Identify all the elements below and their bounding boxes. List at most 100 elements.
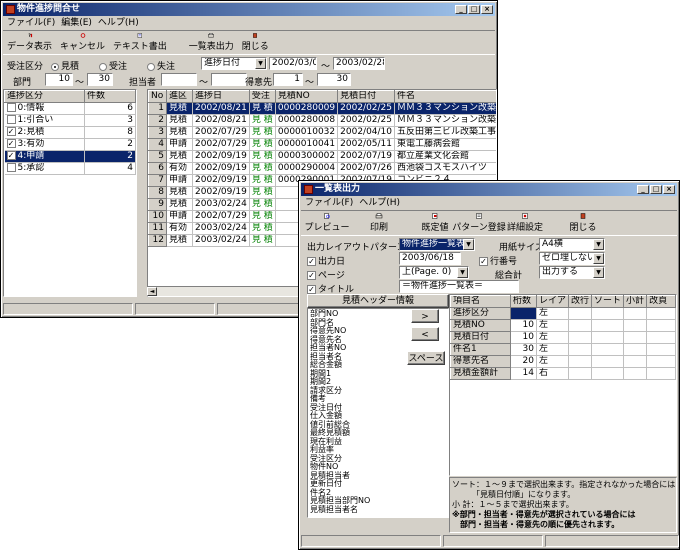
layout-align[interactable]: 左: [536, 355, 570, 368]
list-output-button[interactable]: 一覧表出力: [185, 31, 238, 54]
table-row[interactable]: 4 申請 2002/07/29 見 積 0000010041 2002/05/11 東電工藤…: [148, 138, 496, 151]
layout-align[interactable]: 右: [536, 367, 570, 380]
tokui-from-field[interactable]: 1: [273, 73, 303, 86]
layout-row[interactable]: 進捗区分 左: [450, 307, 676, 320]
status-name-cell[interactable]: ✓ 4:申請: [4, 150, 85, 163]
scroll-left-button[interactable]: ◄: [147, 287, 157, 296]
col-subtotal[interactable]: 小計: [623, 295, 648, 308]
checkbox[interactable]: [6, 103, 16, 112]
col-juchu[interactable]: 受注: [248, 90, 276, 103]
output-date-field[interactable]: 2003/06/18: [399, 252, 461, 265]
data-display-button[interactable]: ? データ表示: [3, 31, 56, 54]
layout-newline[interactable]: [568, 319, 593, 332]
layout-row[interactable]: 見積NO 10 左: [450, 319, 676, 332]
date-from-field[interactable]: 2002/03/01: [269, 57, 317, 70]
status-row[interactable]: ✓ 3:有効 2: [4, 138, 136, 151]
radio-mitsumori[interactable]: 見積: [51, 59, 79, 72]
preview-button[interactable]: プレビュー: [301, 211, 353, 235]
dialog-titlebar[interactable]: 一覧表出力 _ □ ×: [301, 183, 677, 196]
layout-subtotal[interactable]: [623, 319, 648, 332]
main-titlebar[interactable]: 物件進捗問合せ _ □ ×: [3, 3, 495, 16]
tanto-from-field[interactable]: [161, 73, 197, 86]
status-row[interactable]: ✓ 2:見積 8: [4, 126, 136, 139]
checkbox[interactable]: ✓: [6, 151, 16, 160]
minimize-button[interactable]: _: [455, 5, 467, 14]
cancel-button[interactable]: キャンセル: [56, 31, 109, 54]
menu-edit[interactable]: 編集(E): [61, 17, 92, 29]
col-layout[interactable]: レイア: [535, 295, 570, 308]
checkbox[interactable]: [6, 163, 16, 172]
dialog-maximize-button[interactable]: □: [650, 185, 662, 194]
close-button[interactable]: ×: [481, 5, 493, 14]
header-info-button[interactable]: 見積ヘッダー情報: [307, 294, 449, 308]
col-item-name[interactable]: 項目名: [450, 295, 511, 308]
text-export-button[interactable]: テキスト書出: [109, 31, 171, 54]
col-mitsuno[interactable]: 見積NO: [274, 90, 339, 103]
status-name-cell[interactable]: 0:情報: [4, 102, 85, 115]
date-type-select[interactable]: 進捗日付 ▼: [201, 57, 267, 70]
layout-digits[interactable]: [510, 307, 537, 320]
layout-sort[interactable]: [591, 367, 625, 380]
table-row[interactable]: 6 有効 2002/09/19 見 積 0000290004 2002/07/26 西池袋コ…: [148, 162, 496, 175]
status-row[interactable]: 0:情報 6: [4, 102, 136, 115]
col-shinku[interactable]: 進区: [166, 90, 193, 103]
col-no[interactable]: No: [148, 90, 167, 103]
layout-subtotal[interactable]: [623, 367, 648, 380]
radio-juchu[interactable]: 受注: [99, 59, 127, 72]
col-pagebreak[interactable]: 改頁: [646, 295, 676, 308]
dialog-minimize-button[interactable]: _: [637, 185, 649, 194]
checkbox[interactable]: [6, 115, 16, 124]
radio-shicchu[interactable]: 失注: [147, 59, 175, 72]
gyo-select[interactable]: ゼロ埋しない ▼: [539, 252, 605, 265]
dialog-close-button[interactable]: ×: [663, 185, 675, 194]
layout-sort[interactable]: [591, 319, 625, 332]
checkbox[interactable]: ✓: [6, 127, 16, 136]
layout-row[interactable]: 見積金額計 14 右: [450, 367, 676, 380]
status-name-cell[interactable]: ✓ 3:有効: [4, 138, 85, 151]
layout-subtotal[interactable]: [623, 343, 648, 356]
dialog-menu-help[interactable]: ヘルプ(H): [359, 197, 400, 209]
table-row[interactable]: 3 見積 2002/07/29 見 積 0000010032 2002/04/10 五反田第…: [148, 126, 496, 139]
menu-help[interactable]: ヘルプ(H): [98, 17, 139, 29]
layout-newline[interactable]: [568, 331, 593, 344]
layout-subtotal[interactable]: [623, 355, 648, 368]
date-checkbox[interactable]: ✓ 出力日: [307, 254, 345, 267]
paper-select[interactable]: A4横 ▼: [539, 238, 605, 251]
move-right-button[interactable]: >: [411, 309, 439, 323]
status-header-count[interactable]: 件数: [84, 90, 136, 103]
layout-subtotal[interactable]: [623, 331, 648, 344]
col-mitsudate[interactable]: 見積日付: [337, 90, 396, 103]
total-select[interactable]: 出力する ▼: [539, 266, 605, 279]
pattern-register-button[interactable]: パターン登録: [452, 211, 506, 235]
layout-pagebreak[interactable]: [646, 343, 676, 356]
print-button[interactable]: 印刷: [353, 211, 405, 235]
layout-newline[interactable]: [568, 343, 593, 356]
layout-align[interactable]: 左: [536, 343, 570, 356]
table-row[interactable]: 5 見積 2002/09/19 見 積 0000300002 2002/07/19 都立産業…: [148, 150, 496, 163]
menu-file[interactable]: ファイル(F): [7, 17, 55, 29]
layout-align[interactable]: 左: [536, 307, 570, 320]
bumon-from-field[interactable]: 10: [45, 73, 73, 86]
bumon-to-field[interactable]: 30: [87, 73, 113, 86]
layout-pagebreak[interactable]: [646, 331, 676, 344]
date-to-field[interactable]: 2003/02/28: [333, 57, 385, 70]
layout-row[interactable]: 得意先名 20 左: [450, 355, 676, 368]
default-button[interactable]: 既定値: [415, 211, 455, 235]
layout-subtotal[interactable]: [623, 307, 648, 320]
layout-newline[interactable]: [568, 355, 593, 368]
layout-pagebreak[interactable]: [646, 367, 676, 380]
gyo-checkbox[interactable]: ✓ 行番号: [479, 254, 517, 267]
layout-align[interactable]: 左: [536, 319, 570, 332]
status-header-name[interactable]: 進捗区分: [4, 90, 85, 103]
layout-pagebreak[interactable]: [646, 307, 676, 320]
layout-pagebreak[interactable]: [646, 355, 676, 368]
status-name-cell[interactable]: 1:引合い: [4, 114, 85, 127]
layout-digits[interactable]: 20: [510, 355, 537, 368]
table-row[interactable]: 2 見積 2002/08/21 見 積 0000280008 2002/02/25 ＭＭ３３…: [148, 114, 496, 127]
layout-newline[interactable]: [568, 307, 593, 320]
page-checkbox[interactable]: ✓ ページ: [307, 268, 345, 281]
tokui-to-field[interactable]: 30: [317, 73, 351, 86]
layout-row[interactable]: 見積日付 10 左: [450, 331, 676, 344]
col-digits[interactable]: 桁数: [510, 295, 537, 308]
title-field[interactable]: ＝物件進捗一覧表＝: [399, 280, 519, 293]
